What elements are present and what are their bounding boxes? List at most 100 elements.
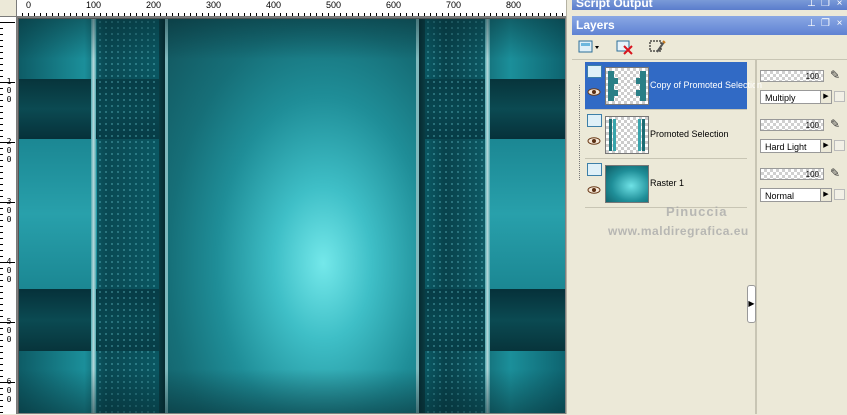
layer-row-copy-of-promoted-selection[interactable]: Copy of Promoted Selection — [585, 62, 762, 110]
edit-pencil-icon[interactable]: ✎ — [830, 68, 842, 82]
ruler-tick — [0, 136, 3, 137]
ruler-tick — [496, 13, 497, 16]
ruler-tick — [0, 130, 3, 131]
image-canvas[interactable] — [18, 18, 565, 413]
ruler-tick — [0, 316, 3, 317]
ruler-tick — [76, 13, 77, 16]
ruler-tick — [424, 13, 425, 16]
ruler-tick — [0, 310, 3, 311]
ruler-tick — [148, 13, 149, 16]
blend-mode-select[interactable]: Multiply ▶ — [760, 90, 832, 104]
visibility-eye-icon[interactable] — [587, 88, 601, 96]
ruler-tick — [0, 94, 3, 95]
ruler-label: 600 — [386, 0, 402, 10]
visibility-eye-icon[interactable] — [587, 186, 601, 194]
pin-icon[interactable]: ⊥ — [806, 18, 817, 29]
blend-mode-select[interactable]: Hard Light ▶ — [760, 139, 832, 153]
layers-title: Layers — [576, 18, 615, 32]
ruler-tick — [280, 13, 281, 16]
ruler-tick — [52, 13, 53, 16]
ruler-label: 500 — [326, 0, 342, 10]
edit-selection-button[interactable] — [646, 37, 668, 57]
pin-icon[interactable]: ⊥ — [806, 0, 817, 9]
horizontal-ruler: 0 100 200 300 400 500 600 700 800 — [0, 0, 566, 17]
edit-pencil-icon[interactable]: ✎ — [830, 117, 842, 131]
layer-thumbnail — [605, 67, 649, 105]
ruler-tick — [274, 13, 275, 16]
restore-icon[interactable]: ❐ — [820, 18, 831, 29]
ruler-tick — [520, 13, 521, 16]
ruler-tick — [436, 13, 437, 16]
ruler-tick — [166, 13, 167, 16]
ruler-tick — [0, 244, 3, 245]
lock-toggle[interactable] — [834, 189, 845, 200]
collapse-handle[interactable]: ▶ — [747, 285, 756, 323]
ruler-label: 5 — [6, 317, 12, 326]
opacity-slider[interactable]: 100 — [760, 70, 824, 82]
ruler-tick — [544, 13, 545, 16]
center-glow — [167, 19, 419, 413]
new-layer-button[interactable] — [576, 37, 602, 57]
ruler-tick — [0, 388, 3, 389]
script-output-titlebar[interactable]: Script Output ⊥ ❐ × — [572, 0, 847, 10]
ruler-tick — [418, 13, 419, 16]
ruler-tick — [0, 250, 3, 251]
ruler-tick — [0, 214, 3, 215]
ruler-tick — [502, 13, 503, 16]
ruler-tick — [0, 376, 3, 377]
close-icon[interactable]: × — [834, 0, 845, 9]
right-panel-light — [487, 139, 565, 289]
restore-icon[interactable]: ❐ — [820, 0, 831, 9]
layer-row-raster-1[interactable]: Raster 1 — [585, 160, 747, 208]
layers-column-divider[interactable] — [755, 59, 757, 414]
ruler-tick — [82, 13, 83, 16]
layer-name: Promoted Selection — [650, 129, 729, 139]
ruler-label: 0 — [6, 206, 12, 215]
ruler-tick — [142, 13, 143, 16]
layer-row-promoted-selection[interactable]: Promoted Selection — [585, 111, 747, 159]
ruler-tick — [322, 13, 323, 16]
bottom-shade — [19, 369, 565, 413]
lock-toggle[interactable] — [834, 140, 845, 151]
ruler-tick — [0, 172, 3, 173]
dropdown-arrow-icon[interactable]: ▶ — [820, 189, 831, 201]
ruler-tick — [58, 13, 59, 16]
ruler-tick — [202, 13, 203, 16]
blend-mode-select[interactable]: Normal ▶ — [760, 188, 832, 202]
visibility-eye-icon[interactable] — [587, 137, 601, 145]
ruler-tick — [118, 13, 119, 16]
close-icon[interactable]: × — [834, 18, 845, 29]
ruler-tick — [0, 400, 3, 401]
opacity-slider[interactable]: 100 — [760, 119, 824, 131]
lock-toggle[interactable] — [834, 91, 845, 102]
ruler-tick — [124, 13, 125, 16]
delete-layer-button[interactable] — [614, 37, 636, 57]
ruler-tick — [460, 13, 461, 16]
ruler-tick — [0, 256, 3, 257]
ruler-tick — [340, 13, 341, 16]
ruler-tick — [0, 358, 3, 359]
ruler-tick — [352, 13, 353, 16]
ruler-tick — [112, 13, 113, 16]
ruler-tick — [0, 232, 3, 233]
dropdown-arrow-icon[interactable]: ▶ — [820, 91, 831, 103]
ruler-tick — [358, 13, 359, 16]
edit-pencil-icon[interactable]: ✎ — [830, 166, 842, 180]
dropdown-arrow-icon[interactable]: ▶ — [820, 140, 831, 152]
ruler-tick — [178, 13, 179, 16]
ruler-tick — [388, 13, 389, 16]
ruler-tick — [0, 100, 3, 101]
ruler-tick — [244, 13, 245, 16]
opacity-slider[interactable]: 100 — [760, 168, 824, 180]
ruler-label: 0 — [6, 326, 12, 335]
ruler-tick — [0, 328, 3, 329]
ruler-label: 0 — [6, 266, 12, 275]
tree-connector — [579, 85, 581, 180]
ruler-tick — [472, 13, 473, 16]
ruler-corner — [0, 0, 17, 17]
layers-titlebar[interactable]: Layers ⊥ ❐ × — [572, 16, 847, 35]
ruler-label: 700 — [446, 0, 462, 10]
ruler-tick — [0, 76, 3, 77]
blend-mode-value: Normal — [765, 191, 795, 201]
ruler-tick — [0, 184, 3, 185]
